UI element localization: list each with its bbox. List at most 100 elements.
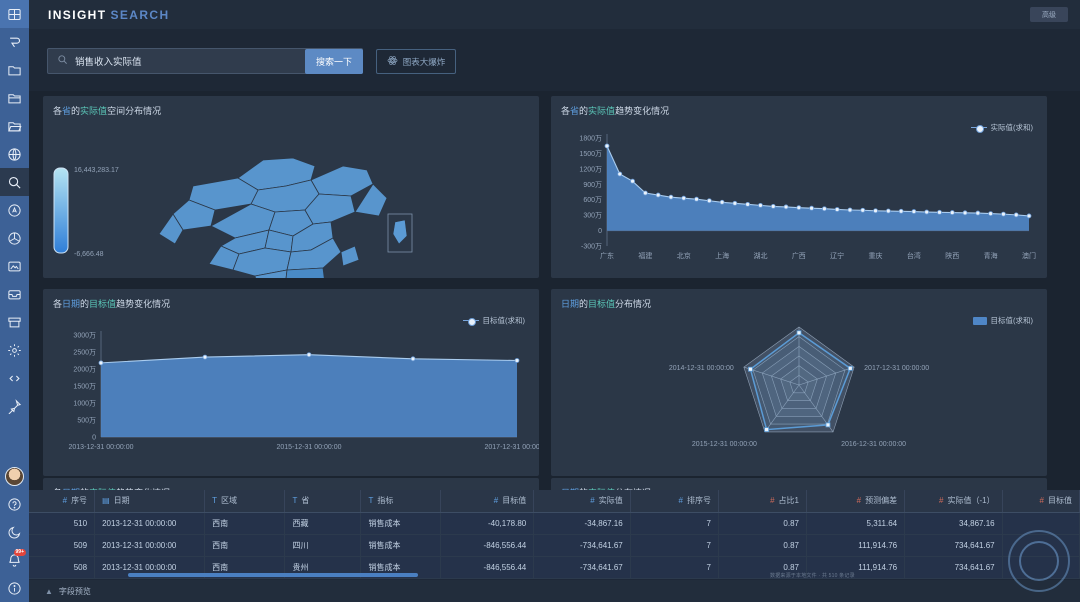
sidebar-item-folder-alt[interactable] bbox=[0, 84, 29, 112]
data-point[interactable] bbox=[99, 361, 103, 365]
radar-point[interactable] bbox=[748, 367, 752, 371]
data-point[interactable] bbox=[643, 191, 647, 195]
hash-icon: # bbox=[590, 496, 594, 505]
data-point[interactable] bbox=[848, 208, 852, 212]
data-point[interactable] bbox=[963, 211, 967, 215]
data-point[interactable] bbox=[631, 179, 635, 183]
data-point[interactable] bbox=[669, 195, 673, 199]
sidebar-item-settings[interactable] bbox=[0, 336, 29, 364]
sidebar-item-image[interactable] bbox=[0, 252, 29, 280]
data-point[interactable] bbox=[746, 202, 750, 206]
table-cell: -40,178.80 bbox=[440, 512, 534, 534]
data-point[interactable] bbox=[937, 210, 941, 214]
data-point[interactable] bbox=[784, 205, 788, 209]
data-point[interactable] bbox=[682, 196, 686, 200]
sidebar-item-search[interactable] bbox=[0, 168, 29, 196]
table-header-cell[interactable]: T区域 bbox=[205, 490, 285, 512]
data-point[interactable] bbox=[605, 144, 609, 148]
table-header-cell[interactable]: #预测偏差 bbox=[806, 490, 904, 512]
table-cell: 西南 bbox=[205, 534, 285, 556]
data-point[interactable] bbox=[822, 207, 826, 211]
sidebar-item-folder-open[interactable] bbox=[0, 112, 29, 140]
table-row[interactable]: 5102013-12-31 00:00:00西南西藏销售成本-40,178.80… bbox=[29, 512, 1080, 534]
table-header-cell[interactable]: #目标值 bbox=[440, 490, 534, 512]
sidebar-item-pin[interactable] bbox=[0, 392, 29, 420]
data-point[interactable] bbox=[707, 199, 711, 203]
table-row[interactable]: 5092013-12-31 00:00:00西南四川销售成本-846,556.4… bbox=[29, 534, 1080, 556]
sidebar-item-code[interactable] bbox=[0, 364, 29, 392]
sidebar-item-globe[interactable] bbox=[0, 140, 29, 168]
data-point[interactable] bbox=[950, 211, 954, 215]
data-point[interactable] bbox=[656, 193, 660, 197]
text-icon: T bbox=[292, 496, 297, 505]
table-header-cell[interactable]: #排序号 bbox=[630, 490, 718, 512]
search-row bbox=[29, 29, 1080, 91]
data-point[interactable] bbox=[899, 209, 903, 213]
data-point[interactable] bbox=[758, 203, 762, 207]
data-point[interactable] bbox=[989, 212, 993, 216]
data-point[interactable] bbox=[1027, 214, 1031, 218]
data-point[interactable] bbox=[1001, 212, 1005, 216]
radar-point[interactable] bbox=[826, 423, 830, 427]
table-header-cell[interactable]: T省 bbox=[285, 490, 361, 512]
field-preview-label[interactable]: 字段预览 bbox=[59, 586, 91, 597]
data-point[interactable] bbox=[203, 355, 207, 359]
data-point[interactable] bbox=[695, 197, 699, 201]
data-point[interactable] bbox=[720, 200, 724, 204]
data-point[interactable] bbox=[771, 204, 775, 208]
panel-radar: 日期的目标值分布情况 目标值(求和) 2013-12-31 00:00:0020… bbox=[551, 289, 1047, 476]
chevron-up-icon[interactable]: ▲ bbox=[45, 587, 53, 596]
data-point[interactable] bbox=[861, 208, 865, 212]
data-point[interactable] bbox=[810, 206, 814, 210]
data-point[interactable] bbox=[1014, 213, 1018, 217]
notification-bell-icon[interactable]: 99+ bbox=[0, 546, 29, 574]
advanced-button[interactable]: 高级 bbox=[1030, 7, 1068, 22]
table-header-cell[interactable]: #占比1 bbox=[719, 490, 807, 512]
notification-badge: 99+ bbox=[14, 549, 26, 556]
data-point[interactable] bbox=[307, 353, 311, 357]
table-header-label: 日期 bbox=[114, 496, 130, 505]
sidebar-item-ai[interactable] bbox=[0, 196, 29, 224]
radar-point[interactable] bbox=[765, 428, 769, 432]
map-colorbar bbox=[54, 168, 68, 253]
title-seg: 的 bbox=[579, 106, 588, 116]
data-point[interactable] bbox=[886, 209, 890, 213]
data-point[interactable] bbox=[411, 357, 415, 361]
data-point[interactable] bbox=[835, 207, 839, 211]
radar-point[interactable] bbox=[797, 331, 801, 335]
data-point[interactable] bbox=[618, 172, 622, 176]
sidebar-item-folder[interactable] bbox=[0, 56, 29, 84]
y-tick-label: -300万 bbox=[581, 243, 602, 251]
bottom-bar: ▲ 字段预览 bbox=[29, 580, 1080, 602]
data-point[interactable] bbox=[733, 201, 737, 205]
table-header-cell[interactable]: #目标值 bbox=[1002, 490, 1079, 512]
help-icon[interactable] bbox=[0, 490, 29, 518]
sidebar-item-dashboard[interactable] bbox=[0, 0, 29, 28]
data-point[interactable] bbox=[925, 210, 929, 214]
info-icon[interactable] bbox=[0, 574, 29, 602]
sidebar-item-inbox[interactable] bbox=[0, 280, 29, 308]
data-point[interactable] bbox=[976, 211, 980, 215]
data-point[interactable] bbox=[515, 359, 519, 363]
radar-point[interactable] bbox=[848, 366, 852, 370]
data-point[interactable] bbox=[912, 210, 916, 214]
avatar[interactable] bbox=[0, 462, 29, 490]
data-point[interactable] bbox=[797, 206, 801, 210]
search-button[interactable]: 搜索一下 bbox=[305, 49, 363, 74]
sidebar-item-flow[interactable] bbox=[0, 28, 29, 56]
table-header-label: 目标值 bbox=[502, 496, 526, 505]
data-table[interactable]: #序号▤日期T区域T省T指标#目标值#实际值#排序号#占比1#预测偏差#实际值（… bbox=[29, 490, 1080, 580]
table-header-cell[interactable]: #实际值（-1） bbox=[905, 490, 1003, 512]
table-header-cell[interactable]: #实际值 bbox=[534, 490, 630, 512]
table-header-cell[interactable]: T指标 bbox=[361, 490, 440, 512]
data-point[interactable] bbox=[874, 209, 878, 213]
sidebar-item-model[interactable] bbox=[0, 224, 29, 252]
horizontal-scrollbar[interactable] bbox=[128, 573, 418, 577]
table-header-cell[interactable]: #序号 bbox=[29, 490, 95, 512]
table-header-cell[interactable]: ▤日期 bbox=[95, 490, 205, 512]
title-seg-metric: 目标值 bbox=[89, 299, 116, 309]
y-tick-label: 1800万 bbox=[579, 135, 602, 143]
sidebar-item-archive[interactable] bbox=[0, 308, 29, 336]
chart-explode-button[interactable]: 图表大爆炸 bbox=[376, 49, 456, 74]
theme-moon-icon[interactable] bbox=[0, 518, 29, 546]
